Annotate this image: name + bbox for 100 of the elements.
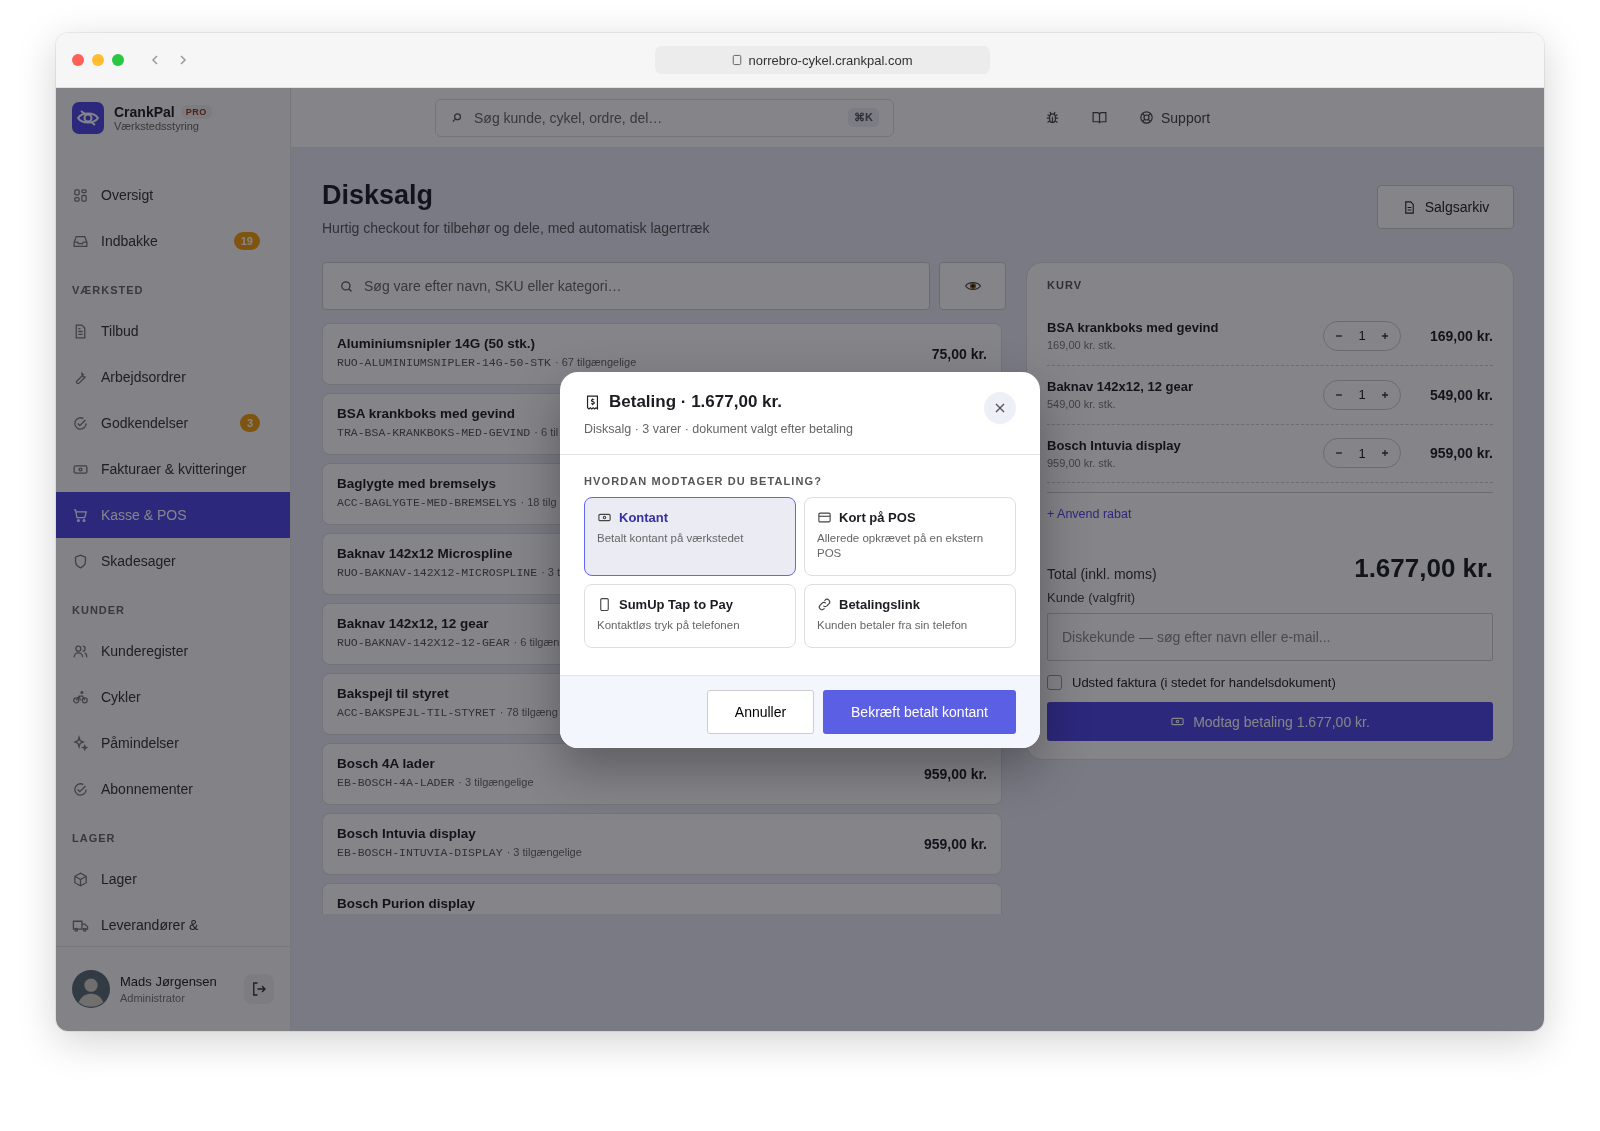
sparkle-icon xyxy=(72,734,89,752)
sales-archive-button[interactable]: Salgsarkiv xyxy=(1377,185,1514,229)
sidebar-item[interactable]: Tilbud xyxy=(56,308,290,354)
page-icon xyxy=(732,54,743,66)
stock-count: · 67 tilgængelige xyxy=(554,356,637,368)
quantity-value: 1 xyxy=(1358,387,1366,403)
bicycle-icon xyxy=(72,688,89,706)
quantity-value: 1 xyxy=(1358,445,1366,461)
search-icon xyxy=(450,110,464,125)
cart-item-name: BSA krankboks med gevind xyxy=(1047,320,1220,336)
apply-discount-link[interactable]: + Anvend rabat xyxy=(1047,507,1132,522)
sidebar-item[interactable]: Indbakke 19 xyxy=(56,218,290,264)
back-icon[interactable] xyxy=(149,54,161,66)
box-icon xyxy=(72,870,89,888)
option-title: Betalingslink xyxy=(839,596,920,612)
cart-icon xyxy=(72,506,89,524)
forward-icon[interactable] xyxy=(177,54,189,66)
product-price: 959,00 kr. xyxy=(923,836,987,852)
close-window-button[interactable] xyxy=(72,54,84,66)
product-name: Bosch Intuvia display xyxy=(337,826,476,841)
confirm-button[interactable]: Bekræft betalt kontant xyxy=(823,689,1016,734)
sidebar-item[interactable]: Oversigt xyxy=(56,172,290,218)
user-role: Administrator xyxy=(120,992,186,1004)
product-name: Baglygte med bremselys xyxy=(337,476,497,491)
count-badge: 3 xyxy=(239,414,260,432)
count-badge: 19 xyxy=(233,232,260,250)
address-bar[interactable]: norrebro-cykel.crankpal.com xyxy=(655,46,990,74)
product-sku: ACC-BAGLYGTE-MED-BREMSELYS xyxy=(337,496,517,509)
stock-count: · 18 tilg xyxy=(520,496,557,508)
bug-icon[interactable] xyxy=(1044,109,1061,126)
plus-icon[interactable] xyxy=(1380,389,1390,400)
sidebar-item[interactable]: Abonnementer xyxy=(56,766,290,812)
quantity-value: 1 xyxy=(1358,328,1366,344)
invoice-checkbox[interactable] xyxy=(1047,675,1062,691)
plan-badge: PRO xyxy=(180,105,212,119)
invoice-label: Udsted faktura (i stedet for handelsdokument) xyxy=(1072,675,1336,691)
product-sku: RUO-BAKNAV-142X12-MICROSPLINE xyxy=(337,566,538,579)
book-icon[interactable] xyxy=(1091,109,1108,126)
unit-price: 959,00 kr. stk. xyxy=(1047,456,1117,469)
sidebar-item[interactable]: Leverandører & xyxy=(56,902,290,946)
total-amount: 1.677,00 kr. xyxy=(1354,553,1493,585)
product-price: 75,00 kr. xyxy=(931,346,987,362)
payment-option[interactable]: Betalingslink Kunden betaler fra sin telefon xyxy=(804,583,1016,648)
user-name: Mads Jørgensen xyxy=(120,974,218,989)
search-icon xyxy=(339,278,354,294)
cart-item-name: Bosch Intuvia display xyxy=(1047,437,1182,453)
visibility-button[interactable] xyxy=(939,262,1006,310)
sidebar-item[interactable]: Arbejdsordrer xyxy=(56,354,290,400)
option-title: Kontant xyxy=(619,510,669,525)
customer-label: Kunde (valgfrit) xyxy=(1047,590,1137,606)
product-sku: RUO-BAKNAV-142X12-12-GEAR xyxy=(337,636,510,649)
dialog-title: Betaling · 1.677,00 kr. xyxy=(609,392,782,412)
sidebar-item[interactable]: Lager xyxy=(56,856,290,902)
page-title: Disksalg xyxy=(322,179,435,212)
sidebar-item[interactable]: Skadesager xyxy=(56,538,290,584)
option-description: Kontaktløs tryk på telefonen xyxy=(597,617,741,633)
payment-option[interactable]: Kontant Betalt kontant på værkstedet xyxy=(584,497,796,576)
sidebar-item[interactable]: Godkendelser 3 xyxy=(56,400,290,446)
line-total: 549,00 kr. xyxy=(1428,386,1493,403)
nav-section-heading: LAGER xyxy=(71,831,117,846)
sidebar-item[interactable]: Cykler xyxy=(56,674,290,720)
stock-count: · 3 tilgængelige xyxy=(506,846,582,858)
plus-icon[interactable] xyxy=(1380,448,1390,459)
product-name: Baknav 142x12 Microspline xyxy=(337,546,513,561)
receive-payment-button[interactable]: Modtag betaling 1.677,00 kr. xyxy=(1047,702,1493,742)
support-link[interactable]: Support xyxy=(1138,109,1211,126)
shield-icon xyxy=(72,552,89,570)
cart-title: KURV xyxy=(1047,279,1083,291)
receipt-icon xyxy=(584,393,601,411)
product-row[interactable]: Bosch Purion display xyxy=(322,883,1002,914)
stock-count: · 78 tilgæng xyxy=(499,706,558,718)
section-heading: HVORDAN MODTAGER DU BETALING? xyxy=(584,475,824,487)
maximize-window-button[interactable] xyxy=(112,54,124,66)
close-button[interactable] xyxy=(984,392,1016,424)
customer-field[interactable]: Diskekunde — søg efter navn eller e-mail... xyxy=(1047,613,1493,662)
option-description: Allerede opkrævet på en ekstern POS xyxy=(817,531,985,561)
product-name: Bakspejl til styret xyxy=(337,686,449,701)
plus-icon[interactable] xyxy=(1380,330,1390,341)
product-row[interactable]: Bosch Intuvia display EB-BOSCH-INTUVIA-DISPLAY · 3 tilgængelige 959,00 kr. xyxy=(322,813,1002,875)
cancel-button[interactable]: Annuller xyxy=(707,689,814,734)
stock-count: · 6 tilgæn xyxy=(513,636,560,648)
close-icon xyxy=(994,402,1006,414)
global-search-field[interactable]: Søg kunde, cykel, ordre, del… ⌘K xyxy=(435,98,894,137)
sidebar-item[interactable]: Kunderegister xyxy=(56,628,290,674)
product-row[interactable]: Bosch 4A lader EB-BOSCH-4A-LADER · 3 tilgængelige 959,00 kr. xyxy=(322,743,1002,805)
product-name: Baknav 142x12, 12 gear xyxy=(337,616,489,631)
minimize-window-button[interactable] xyxy=(92,54,104,66)
sidebar-item[interactable]: Påmindelser xyxy=(56,720,290,766)
sidebar-item[interactable]: Fakturaer & kvitteringer xyxy=(56,446,290,492)
product-name: Bosch 4A lader xyxy=(337,756,435,771)
page-subtitle: Hurtig checkout for tilbehør og dele, med automatisk lagertræk xyxy=(322,220,710,236)
payment-option[interactable]: Kort på POS Allerede opkrævet på en ekstern POS xyxy=(804,497,1016,576)
payment-option[interactable]: SumUp Tap to Pay Kontaktløs tryk på telefonen xyxy=(584,583,796,648)
option-title: SumUp Tap to Pay xyxy=(619,596,733,612)
product-name: BSA krankboks med gevind xyxy=(337,406,516,421)
logout-button[interactable] xyxy=(244,974,274,1004)
stock-count: · 3 t xyxy=(541,566,561,578)
product-search-field[interactable]: Søg vare efter navn, SKU eller kategori… xyxy=(322,262,930,310)
sidebar-item[interactable]: Kasse & POS xyxy=(56,492,290,538)
app-name: CrankPal xyxy=(114,104,175,120)
